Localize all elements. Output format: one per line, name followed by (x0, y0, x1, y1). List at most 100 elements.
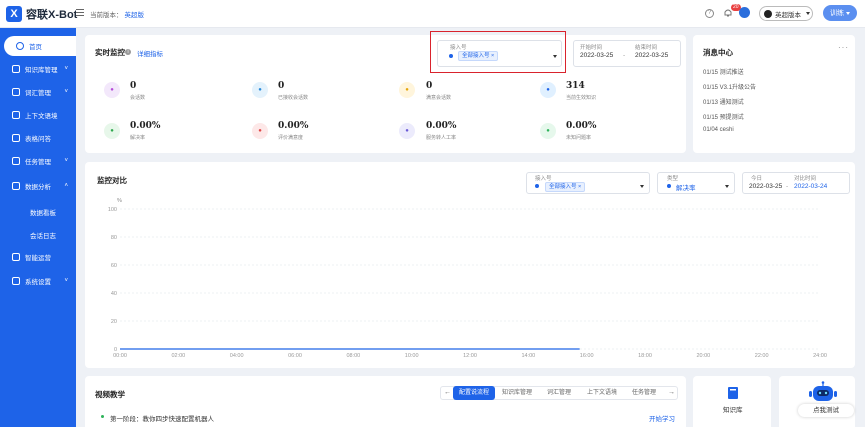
chat-icon: ● (252, 82, 268, 98)
train-button[interactable]: 训练 (823, 5, 857, 21)
metric-value: 0.00% (426, 121, 457, 131)
sidebar-subitem-dashboard[interactable]: 数据看板 (30, 207, 56, 217)
chevron-down-icon (640, 185, 644, 188)
version-select[interactable]: 英超版本 (759, 6, 813, 21)
x-tick-label: 06:00 (288, 353, 302, 359)
start-time-value[interactable]: 2022-03-25 (580, 52, 613, 59)
book-icon (12, 65, 20, 73)
y-tick-label: 100 (108, 207, 117, 213)
message-item[interactable]: 01/04 ceshi (703, 127, 734, 133)
tag-close-icon[interactable]: × (578, 184, 581, 190)
sidebar-item-vocab[interactable]: 词汇管理 ˅ (0, 82, 76, 102)
status-dot-icon (667, 184, 671, 188)
metric-label: 评价满意度 (278, 135, 304, 141)
sidebar-subitem-session-log[interactable]: 会话日志 (30, 230, 56, 240)
version-name[interactable]: 英超版 (125, 12, 145, 19)
metric-value: 314 (566, 81, 585, 91)
stage-text: 第一阶段：教你四步快速配置机器人 (110, 416, 214, 423)
today-value[interactable]: 2022-03-25 (749, 183, 782, 190)
test-button[interactable]: 点我测试 (798, 404, 854, 417)
start-learning-link[interactable]: 开始学习 (649, 413, 675, 423)
sidebar: 首页 知识库管理 ˅ 词汇管理 ˅ 上下文语境 表格问答 任务管理 ˅ 数据分析 ˄ 数… (0, 28, 76, 427)
tab-config-flow[interactable]: 配置说流程 (453, 386, 495, 400)
knowledge-shortcut-label: 知识库 (723, 407, 743, 414)
tab-knowledge[interactable]: 知识库管理 (498, 386, 536, 400)
sidebar-item-home[interactable]: 首页 (4, 36, 76, 56)
metric-label: 当前生效知识 (566, 95, 597, 101)
brand-name: 容联X-Bot (26, 9, 78, 21)
thumb-icon: ● (252, 123, 268, 139)
video-title: 视频教学 (95, 390, 125, 399)
shield-icon (12, 253, 20, 261)
message-item[interactable]: 01/13 通知测试 (703, 97, 744, 106)
compare-time-label: 对比时间 (794, 176, 817, 182)
sidebar-item-analytics[interactable]: 数据分析 ˄ (0, 176, 76, 196)
status-dot-icon (535, 184, 539, 188)
top-bar: X 容联X-Bot 当前版本： 英超版 ? 20 英超版本 训练 (0, 0, 865, 28)
tab-context[interactable]: 上下文语境 (582, 386, 622, 400)
chevron-down-icon (725, 185, 729, 188)
tab-vocab[interactable]: 词汇管理 (540, 386, 578, 400)
x-tick-label: 04:00 (230, 353, 244, 359)
x-tick-label: 14:00 (521, 353, 535, 359)
range-separator: - (623, 52, 626, 59)
sidebar-item-settings[interactable]: 系统设置 ˅ (0, 271, 76, 291)
x-tick-label: 00:00 (113, 353, 127, 359)
metric-value: 0 (426, 81, 433, 91)
x-tick-label: 18:00 (638, 353, 652, 359)
chevron-down-icon: ˅ (64, 89, 68, 95)
line-chart: 10080604020000:00 02:00 04:00 06:00 08:00 10:… (108, 207, 827, 359)
compare-time-value[interactable]: 2022-03-24 (794, 183, 827, 190)
metric-label: 已接收会话数 (278, 95, 309, 101)
sidebar-item-operations[interactable]: 智能运营 (0, 247, 76, 267)
arrow-right-icon[interactable]: → (668, 389, 675, 396)
type-label: 类型 (667, 176, 679, 182)
knowledge-shortcut-card[interactable] (693, 376, 771, 427)
range-separator: - (786, 183, 789, 190)
metric-label: 未知问题率 (566, 135, 592, 141)
chevron-down-icon: ˅ (64, 66, 68, 72)
metric-value: 0 (130, 81, 137, 91)
menu-toggle-icon[interactable] (76, 9, 84, 17)
message-item[interactable]: 01/15 预提测试 (703, 112, 744, 121)
metric-label: 解决率 (130, 135, 146, 141)
highlight-box (430, 31, 566, 73)
tab-tasks[interactable]: 任务管理 (625, 386, 663, 400)
access-label: 接入号 (535, 176, 552, 182)
brand-logo[interactable]: X 容联X-Bot (6, 5, 77, 23)
detail-metrics-link[interactable]: 详细指标 (137, 48, 163, 58)
info-icon[interactable]: i (125, 49, 131, 55)
y-tick-label: 40 (111, 291, 117, 297)
metric-value: 0.00% (566, 121, 597, 131)
type-value: 解决率 (676, 185, 696, 192)
message-item[interactable]: 01/15 V3.1升级公告 (703, 82, 756, 91)
sidebar-item-context[interactable]: 上下文语境 (0, 105, 76, 125)
access-tag[interactable]: 全部接入号 × (545, 182, 586, 192)
chart-icon (12, 182, 20, 190)
sidebar-item-tasks[interactable]: 任务管理 ˅ (0, 151, 76, 171)
sidebar-item-knowledge[interactable]: 知识库管理 ˅ (0, 59, 76, 79)
chevron-down-icon: ˅ (64, 158, 68, 164)
x-tick-label: 24:00 (813, 353, 827, 359)
message-item[interactable]: 01/15 测试推送 (703, 67, 744, 76)
logo-mark-icon: X (6, 6, 22, 22)
end-time-value[interactable]: 2022-03-25 (635, 52, 668, 59)
note-icon: ● (399, 82, 415, 98)
metric-value: 0.00% (278, 121, 309, 131)
pen-icon: ● (104, 82, 120, 98)
table-icon (12, 134, 20, 142)
task-icon (12, 157, 20, 165)
chevron-down-icon (846, 11, 850, 15)
more-icon[interactable]: ··· (838, 43, 849, 52)
y-tick-label: 60 (111, 263, 117, 269)
bullet-icon (101, 415, 104, 418)
avatar[interactable] (739, 7, 750, 18)
metric-label: 服务转人工率 (426, 135, 457, 141)
gear-icon (12, 277, 20, 285)
help-icon[interactable]: ? (705, 9, 714, 18)
arrow-left-icon[interactable]: ← (444, 389, 451, 396)
x-tick-label: 22:00 (755, 353, 769, 359)
x-tick-label: 02:00 (171, 353, 185, 359)
sidebar-item-table-qa[interactable]: 表格问答 (0, 128, 76, 148)
layers-icon: ● (540, 82, 556, 98)
